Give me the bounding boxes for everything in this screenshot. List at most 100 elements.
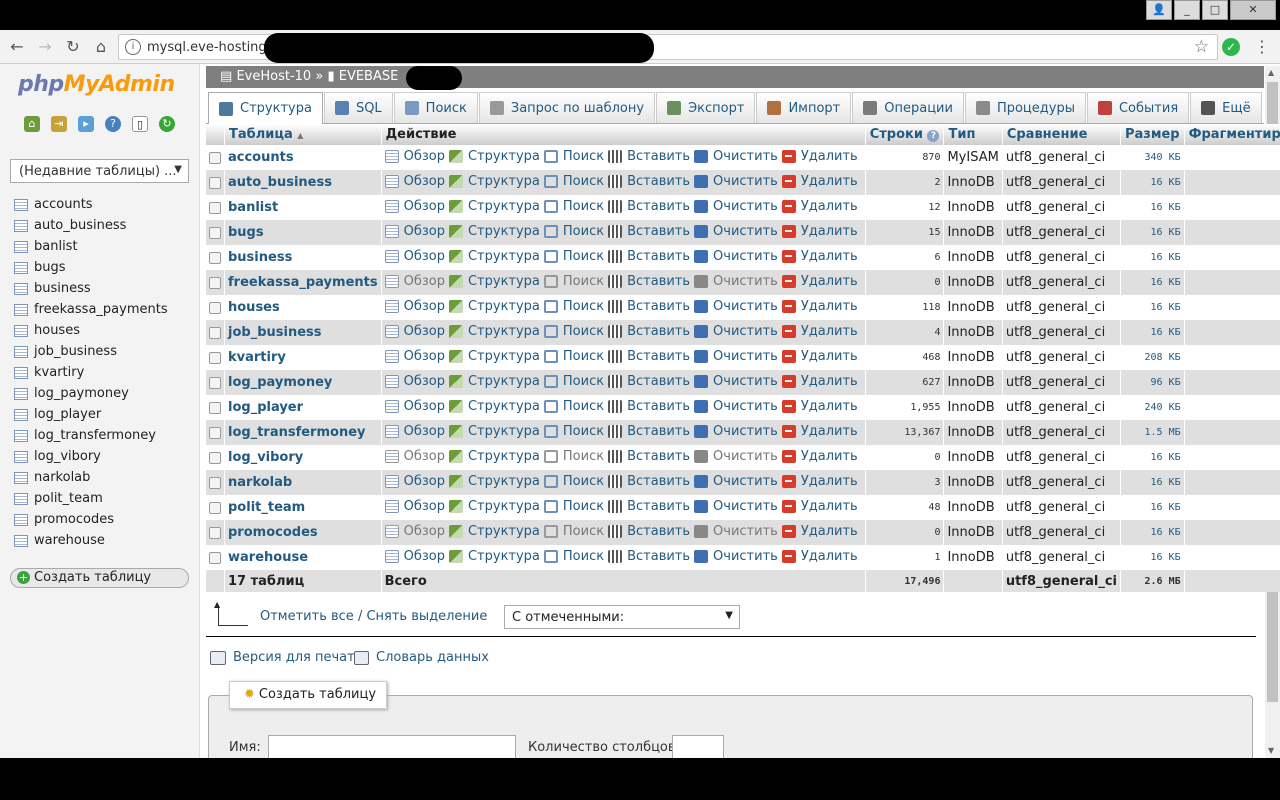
header-size[interactable]: Размер: [1120, 124, 1185, 145]
structure-action[interactable]: Структура: [448, 374, 540, 389]
size[interactable]: 16 КБ: [1120, 445, 1185, 470]
nav-table-label[interactable]: business: [34, 278, 91, 299]
tab-8[interactable]: События: [1086, 92, 1190, 123]
empty-action[interactable]: Очистить: [694, 449, 778, 464]
table-name[interactable]: houses: [224, 295, 382, 320]
check-all-link[interactable]: Отметить все / Снять выделение: [260, 609, 487, 624]
browse-action[interactable]: Обзор: [384, 499, 445, 514]
nav-table-item[interactable]: job_business: [14, 341, 168, 362]
nav-table-label[interactable]: warehouse: [34, 530, 105, 551]
table-name[interactable]: freekassa_payments: [224, 270, 382, 295]
empty-action[interactable]: Очистить: [694, 224, 778, 239]
nav-table-label[interactable]: log_transfermoney: [34, 425, 156, 446]
drop-action[interactable]: Удалить: [781, 324, 858, 339]
search-action[interactable]: Поиск: [543, 174, 604, 189]
insert-action[interactable]: Вставить: [608, 499, 690, 514]
empty-action[interactable]: Очистить: [694, 174, 778, 189]
search-action[interactable]: Поиск: [543, 399, 604, 414]
drop-action[interactable]: Удалить: [781, 449, 858, 464]
browse-action[interactable]: Обзор: [384, 349, 445, 364]
header-table[interactable]: Таблица ▲: [224, 124, 382, 145]
table-name[interactable]: job_business: [224, 320, 382, 345]
size[interactable]: 208 КБ: [1120, 345, 1185, 370]
empty-action[interactable]: Очистить: [694, 249, 778, 264]
drop-action[interactable]: Удалить: [781, 299, 858, 314]
scroll-down-icon[interactable]: ▼: [1268, 746, 1274, 755]
browse-action[interactable]: Обзор: [384, 324, 445, 339]
insert-action[interactable]: Вставить: [608, 149, 690, 164]
tab-6[interactable]: Операции: [852, 92, 964, 123]
tab-9[interactable]: Ещё: [1190, 92, 1262, 123]
structure-action[interactable]: Структура: [448, 149, 540, 164]
browse-action[interactable]: Обзор: [384, 224, 445, 239]
browse-action[interactable]: Обзор: [384, 374, 445, 389]
insert-action[interactable]: Вставить: [608, 349, 690, 364]
drop-action[interactable]: Удалить: [781, 249, 858, 264]
browse-action[interactable]: Обзор: [384, 524, 445, 539]
logout-icon[interactable]: ⇥: [51, 116, 67, 132]
drop-action[interactable]: Удалить: [781, 399, 858, 414]
breadcrumb-database[interactable]: EVEBASE: [339, 69, 399, 84]
back-icon[interactable]: ←: [6, 37, 28, 57]
empty-action[interactable]: Очистить: [694, 424, 778, 439]
nav-table-item[interactable]: business: [14, 278, 168, 299]
insert-action[interactable]: Вставить: [608, 449, 690, 464]
empty-action[interactable]: Очистить: [694, 399, 778, 414]
structure-action[interactable]: Структура: [448, 424, 540, 439]
row-checkbox[interactable]: [209, 151, 221, 164]
url-text[interactable]: mysql.eve-hosting.: [147, 40, 271, 55]
create-table-nav-button[interactable]: + Создать таблицу: [10, 568, 189, 588]
nav-table-label[interactable]: houses: [34, 320, 80, 341]
structure-action[interactable]: Структура: [448, 349, 540, 364]
structure-action[interactable]: Структура: [448, 499, 540, 514]
search-action[interactable]: Поиск: [543, 449, 604, 464]
size[interactable]: 16 КБ: [1120, 245, 1185, 270]
bookmark-star-icon[interactable]: ☆: [1194, 37, 1209, 57]
empty-action[interactable]: Очистить: [694, 199, 778, 214]
forward-icon[interactable]: →: [34, 37, 56, 57]
empty-action[interactable]: Очистить: [694, 349, 778, 364]
tab-3[interactable]: Запрос по шаблону: [478, 92, 656, 123]
nav-table-label[interactable]: narkolab: [34, 467, 90, 488]
table-name[interactable]: polit_team: [224, 495, 382, 520]
row-checkbox[interactable]: [209, 526, 221, 539]
size[interactable]: 16 КБ: [1120, 195, 1185, 220]
table-name[interactable]: auto_business: [224, 170, 382, 195]
structure-action[interactable]: Структура: [448, 524, 540, 539]
close-button[interactable]: ✕: [1230, 0, 1276, 20]
table-name[interactable]: banlist: [224, 195, 382, 220]
row-checkbox[interactable]: [209, 501, 221, 514]
nav-table-item[interactable]: log_paymoney: [14, 383, 168, 404]
insert-action[interactable]: Вставить: [608, 174, 690, 189]
table-name[interactable]: narkolab: [224, 470, 382, 495]
table-name[interactable]: accounts: [224, 145, 382, 170]
tab-1[interactable]: SQL: [323, 92, 393, 123]
search-action[interactable]: Поиск: [543, 349, 604, 364]
row-checkbox[interactable]: [209, 476, 221, 489]
size[interactable]: 16 КБ: [1120, 495, 1185, 520]
row-checkbox[interactable]: [209, 276, 221, 289]
extension-check-icon[interactable]: ✓: [1222, 38, 1240, 56]
drop-action[interactable]: Удалить: [781, 224, 858, 239]
minimize-button[interactable]: _: [1174, 0, 1200, 20]
empty-action[interactable]: Очистить: [694, 499, 778, 514]
size[interactable]: 16 КБ: [1120, 320, 1185, 345]
search-action[interactable]: Поиск: [543, 199, 604, 214]
reload-nav-icon[interactable]: ↻: [159, 116, 175, 132]
create-table-legend[interactable]: ✹ Создать таблицу: [229, 681, 388, 709]
structure-action[interactable]: Структура: [448, 199, 540, 214]
browse-action[interactable]: Обзор: [384, 399, 445, 414]
drop-action[interactable]: Удалить: [781, 374, 858, 389]
structure-action[interactable]: Структура: [448, 449, 540, 464]
recent-tables-select[interactable]: (Недавние таблицы) ... ▼: [10, 159, 189, 183]
size[interactable]: 340 КБ: [1120, 145, 1185, 170]
empty-action[interactable]: Очистить: [694, 474, 778, 489]
drop-action[interactable]: Удалить: [781, 549, 858, 564]
search-action[interactable]: Поиск: [543, 474, 604, 489]
insert-action[interactable]: Вставить: [608, 399, 690, 414]
row-checkbox[interactable]: [209, 176, 221, 189]
nav-table-item[interactable]: promocodes: [14, 509, 168, 530]
nav-table-label[interactable]: log_paymoney: [34, 383, 129, 404]
table-name[interactable]: log_transfermoney: [224, 420, 382, 445]
nav-table-item[interactable]: log_transfermoney: [14, 425, 168, 446]
